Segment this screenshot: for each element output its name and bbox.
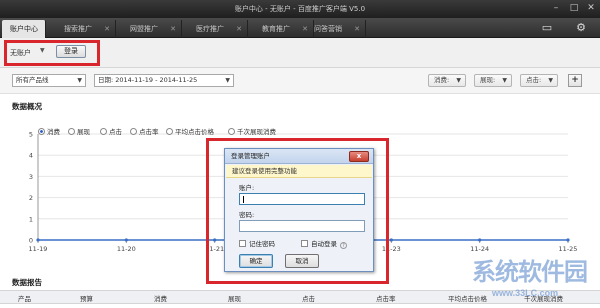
- product-line-value: 所有产品线: [16, 76, 49, 84]
- legend-label: 点击率: [139, 128, 159, 136]
- tab-bar: 账户中心 搜索推广 ✕ 网盟推广 ✕ 医疗推广 ✕ 教育推广 ✕ 问答营销 ✕ ▭ ⚙: [0, 18, 600, 38]
- tab-close-icon[interactable]: ✕: [170, 20, 176, 38]
- column-header[interactable]: 产品: [18, 293, 31, 303]
- y-tick-label: 4: [29, 152, 33, 160]
- legend-label: 消费: [47, 128, 60, 136]
- column-header[interactable]: 预算: [80, 293, 93, 303]
- tab-qa-marketing[interactable]: 问答营销 ✕: [300, 20, 366, 38]
- x-tick-label: 11-19: [29, 245, 48, 252]
- metric-select-clicks[interactable]: 点击: ▼: [520, 74, 558, 87]
- metric-label: 点击:: [526, 76, 542, 84]
- add-metric-button[interactable]: +: [568, 74, 582, 87]
- legend-item-cpm[interactable]: 千次展现消费: [228, 126, 276, 136]
- tab-label: 问答营销: [314, 25, 342, 33]
- data-point: [478, 238, 482, 242]
- legend-item-ctr[interactable]: 点击率: [130, 126, 159, 136]
- data-point: [389, 238, 393, 242]
- metric-label: 消费:: [434, 76, 450, 84]
- maximize-icon[interactable]: □: [567, 1, 581, 15]
- tab-label: 搜索推广: [64, 25, 92, 33]
- watermark-logo: 系统软件园 www.33LC.com: [452, 250, 600, 308]
- tab-label: 账户中心: [10, 25, 38, 33]
- date-range-select[interactable]: 日期: 2014-11-19 - 2014-11-25 ▼: [94, 74, 234, 87]
- watermark-url: www.33LC.com: [492, 288, 559, 298]
- column-header[interactable]: 消费: [154, 293, 167, 303]
- metric-label: 展现:: [480, 76, 496, 84]
- tab-account-center[interactable]: 账户中心: [2, 20, 46, 38]
- date-range-value: 日期: 2014-11-19 - 2014-11-25: [98, 76, 198, 84]
- tab-close-icon[interactable]: ✕: [236, 20, 242, 38]
- chevron-down-icon: ▼: [502, 77, 507, 84]
- minimize-icon[interactable]: –: [549, 1, 563, 15]
- tab-medical-promotion[interactable]: 医疗推广 ✕: [182, 20, 248, 38]
- legend-item-cost[interactable]: 消费: [38, 126, 60, 136]
- highlight-box: [4, 40, 100, 66]
- radio-icon[interactable]: [68, 128, 75, 135]
- chevron-down-icon: ▼: [456, 77, 461, 84]
- product-line-select[interactable]: 所有产品线 ▼: [12, 74, 86, 87]
- tab-label: 医疗推广: [196, 25, 224, 33]
- data-point: [36, 238, 40, 242]
- highlight-box: [206, 138, 389, 284]
- window-title: 账户中心 - 无账户 - 百度推广客户端 V5.0: [234, 5, 366, 13]
- filter-bar: 所有产品线 ▼ 日期: 2014-11-19 - 2014-11-25 ▼ 消费…: [0, 68, 600, 94]
- legend-label: 展现: [77, 128, 90, 136]
- radio-icon[interactable]: [228, 128, 235, 135]
- y-tick-label: 0: [29, 237, 33, 245]
- y-tick-label: 2: [29, 194, 33, 202]
- report-title: 数据报告: [12, 278, 42, 287]
- overview-title: 数据概况: [12, 102, 42, 111]
- legend-label: 平均点击价格: [175, 128, 214, 136]
- y-tick-label: 1: [29, 215, 33, 223]
- tab-network-promotion[interactable]: 网盟推广 ✕: [116, 20, 182, 38]
- radio-icon[interactable]: [38, 128, 45, 135]
- radio-icon[interactable]: [130, 128, 137, 135]
- y-tick-label: 5: [29, 131, 33, 139]
- y-tick-label: 3: [29, 173, 33, 181]
- metric-select-cost[interactable]: 消费: ▼: [428, 74, 466, 87]
- column-header[interactable]: 展现: [228, 293, 241, 303]
- tab-close-icon[interactable]: ✕: [104, 20, 110, 38]
- metric-select-impressions[interactable]: 展现: ▼: [474, 74, 512, 87]
- chevron-down-icon: ▼: [225, 77, 230, 84]
- radio-icon[interactable]: [100, 128, 107, 135]
- gear-icon[interactable]: ⚙: [574, 21, 588, 35]
- chevron-down-icon: ▼: [77, 77, 82, 84]
- legend-item-clicks[interactable]: 点击: [100, 126, 122, 136]
- legend-label: 点击: [109, 128, 122, 136]
- chevron-down-icon: ▼: [548, 77, 553, 84]
- close-icon[interactable]: ✕: [584, 1, 598, 15]
- message-icon[interactable]: ▭: [540, 21, 554, 35]
- legend-item-impressions[interactable]: 展现: [68, 126, 90, 136]
- column-header[interactable]: 点击率: [376, 293, 396, 303]
- tab-search-promotion[interactable]: 搜索推广 ✕: [50, 20, 116, 38]
- watermark-text: 系统软件园: [472, 258, 588, 286]
- legend-label: 千次展现消费: [237, 128, 276, 136]
- data-point: [566, 238, 570, 242]
- tab-label: 网盟推广: [130, 25, 158, 33]
- tab-close-icon[interactable]: ✕: [354, 20, 360, 38]
- radio-icon[interactable]: [166, 128, 173, 135]
- tab-label: 教育推广: [262, 25, 290, 33]
- x-tick-label: 11-20: [117, 245, 136, 252]
- data-point: [124, 238, 128, 242]
- column-header[interactable]: 点击: [302, 293, 315, 303]
- title-bar: 账户中心 - 无账户 - 百度推广客户端 V5.0 – □ ✕: [0, 0, 600, 18]
- legend-item-avg-cpc[interactable]: 平均点击价格: [166, 126, 214, 136]
